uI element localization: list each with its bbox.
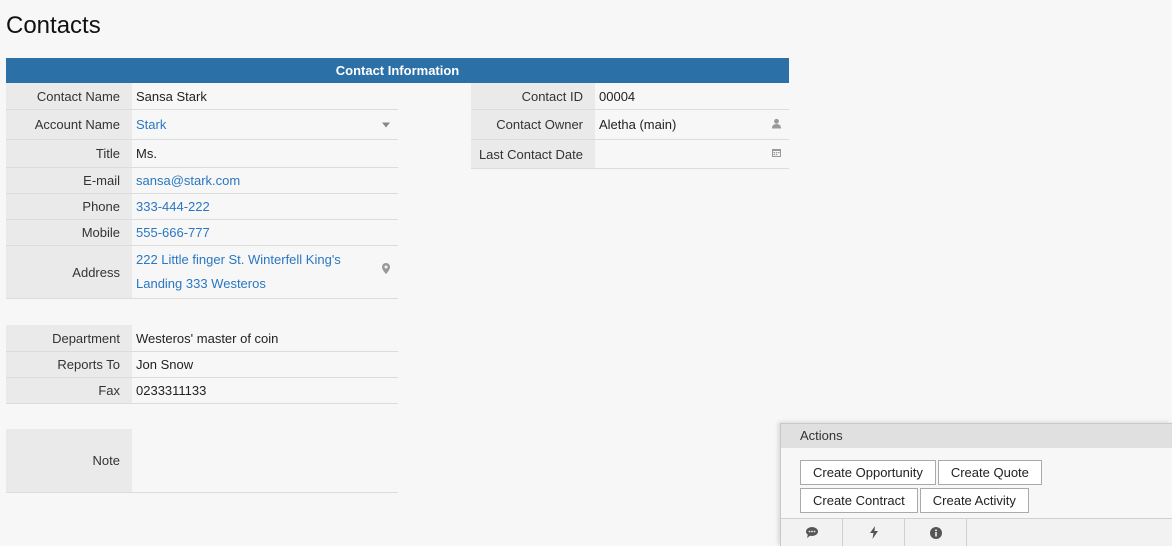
field-email: E-mail sansa@stark.com bbox=[6, 168, 398, 194]
field-label: Title bbox=[6, 140, 132, 167]
field-label: Reports To bbox=[6, 352, 132, 377]
address-value[interactable]: 222 Little finger St. Winterfell King's … bbox=[132, 246, 398, 298]
field-contact-owner: Contact Owner Aletha (main) bbox=[471, 110, 789, 140]
fax-value[interactable]: 0233311133 bbox=[132, 378, 398, 403]
field-label: E-mail bbox=[6, 168, 132, 193]
note-value[interactable] bbox=[132, 429, 398, 492]
phone-value[interactable]: 333-444-222 bbox=[132, 194, 398, 219]
actions-footer-tabs bbox=[781, 518, 1172, 546]
field-label: Contact Name bbox=[6, 83, 132, 109]
field-label: Department bbox=[6, 325, 132, 351]
contact-owner-text: Aletha (main) bbox=[599, 117, 677, 132]
info-icon[interactable] bbox=[905, 519, 967, 546]
field-department: Department Westeros' master of coin bbox=[6, 325, 398, 352]
section-header: Contact Information bbox=[6, 58, 789, 83]
create-contract-button[interactable]: Create Contract bbox=[800, 488, 918, 513]
field-label: Phone bbox=[6, 194, 132, 219]
bolt-icon[interactable] bbox=[843, 519, 905, 546]
last-contact-date-value[interactable] bbox=[595, 140, 789, 168]
page-title: Contacts bbox=[6, 12, 101, 39]
note-block: Note bbox=[6, 429, 398, 493]
address-line-1[interactable]: 222 Little finger St. Winterfell King's bbox=[136, 248, 341, 272]
contact-id-value: 00004 bbox=[595, 83, 789, 109]
field-contact-name: Contact Name Sansa Stark bbox=[6, 83, 398, 110]
user-icon[interactable] bbox=[772, 118, 781, 131]
field-label: Address bbox=[6, 246, 132, 298]
create-quote-button[interactable]: Create Quote bbox=[937, 460, 1042, 485]
field-label: Last Contact Date bbox=[471, 140, 595, 168]
field-label: Fax bbox=[6, 378, 132, 403]
email-value[interactable]: sansa@stark.com bbox=[132, 168, 398, 193]
contact-name-value[interactable]: Sansa Stark bbox=[132, 83, 398, 109]
field-fax: Fax 0233311133 bbox=[6, 378, 398, 404]
comment-icon[interactable] bbox=[781, 519, 843, 546]
field-contact-id: Contact ID 00004 bbox=[471, 83, 789, 110]
actions-button-group: Create Opportunity Create Quote Create C… bbox=[781, 448, 1151, 513]
contact-main-fields: Contact Name Sansa Stark Account Name St… bbox=[6, 83, 398, 299]
title-value[interactable]: Ms. bbox=[132, 140, 398, 167]
field-mobile: Mobile 555-666-777 bbox=[6, 220, 398, 246]
field-label: Contact Owner bbox=[471, 110, 595, 139]
address-line-2[interactable]: Landing 333 Westeros bbox=[136, 272, 266, 296]
create-opportunity-button[interactable]: Create Opportunity bbox=[800, 460, 936, 485]
field-label: Contact ID bbox=[471, 83, 595, 109]
field-title: Title Ms. bbox=[6, 140, 398, 168]
field-phone: Phone 333-444-222 bbox=[6, 194, 398, 220]
contact-extra-fields: Department Westeros' master of coin Repo… bbox=[6, 325, 398, 404]
field-label: Note bbox=[6, 429, 132, 492]
actions-header: Actions bbox=[781, 424, 1172, 448]
field-label: Account Name bbox=[6, 110, 132, 139]
field-account-name: Account Name Stark bbox=[6, 110, 398, 140]
reports-to-value[interactable]: Jon Snow bbox=[132, 352, 398, 377]
field-label: Mobile bbox=[6, 220, 132, 245]
contact-owner-value[interactable]: Aletha (main) bbox=[595, 110, 789, 139]
create-activity-button[interactable]: Create Activity bbox=[919, 488, 1029, 513]
contact-meta-fields: Contact ID 00004 Contact Owner Aletha (m… bbox=[471, 83, 789, 169]
account-name-link[interactable]: Stark bbox=[136, 117, 166, 132]
phone-link[interactable]: 333-444-222 bbox=[136, 199, 210, 214]
email-link[interactable]: sansa@stark.com bbox=[136, 173, 240, 188]
actions-panel: Actions Create Opportunity Create Quote … bbox=[780, 423, 1172, 546]
mobile-value[interactable]: 555-666-777 bbox=[132, 220, 398, 245]
chevron-down-icon[interactable] bbox=[382, 119, 390, 130]
account-name-select[interactable]: Stark bbox=[132, 110, 398, 139]
field-last-contact-date: Last Contact Date bbox=[471, 140, 789, 169]
mobile-link[interactable]: 555-666-777 bbox=[136, 225, 210, 240]
calendar-icon[interactable] bbox=[772, 148, 781, 160]
map-marker-icon[interactable] bbox=[382, 260, 390, 284]
field-address: Address 222 Little finger St. Winterfell… bbox=[6, 246, 398, 299]
field-note: Note bbox=[6, 429, 398, 493]
department-value[interactable]: Westeros' master of coin bbox=[132, 325, 398, 351]
field-reports-to: Reports To Jon Snow bbox=[6, 352, 398, 378]
